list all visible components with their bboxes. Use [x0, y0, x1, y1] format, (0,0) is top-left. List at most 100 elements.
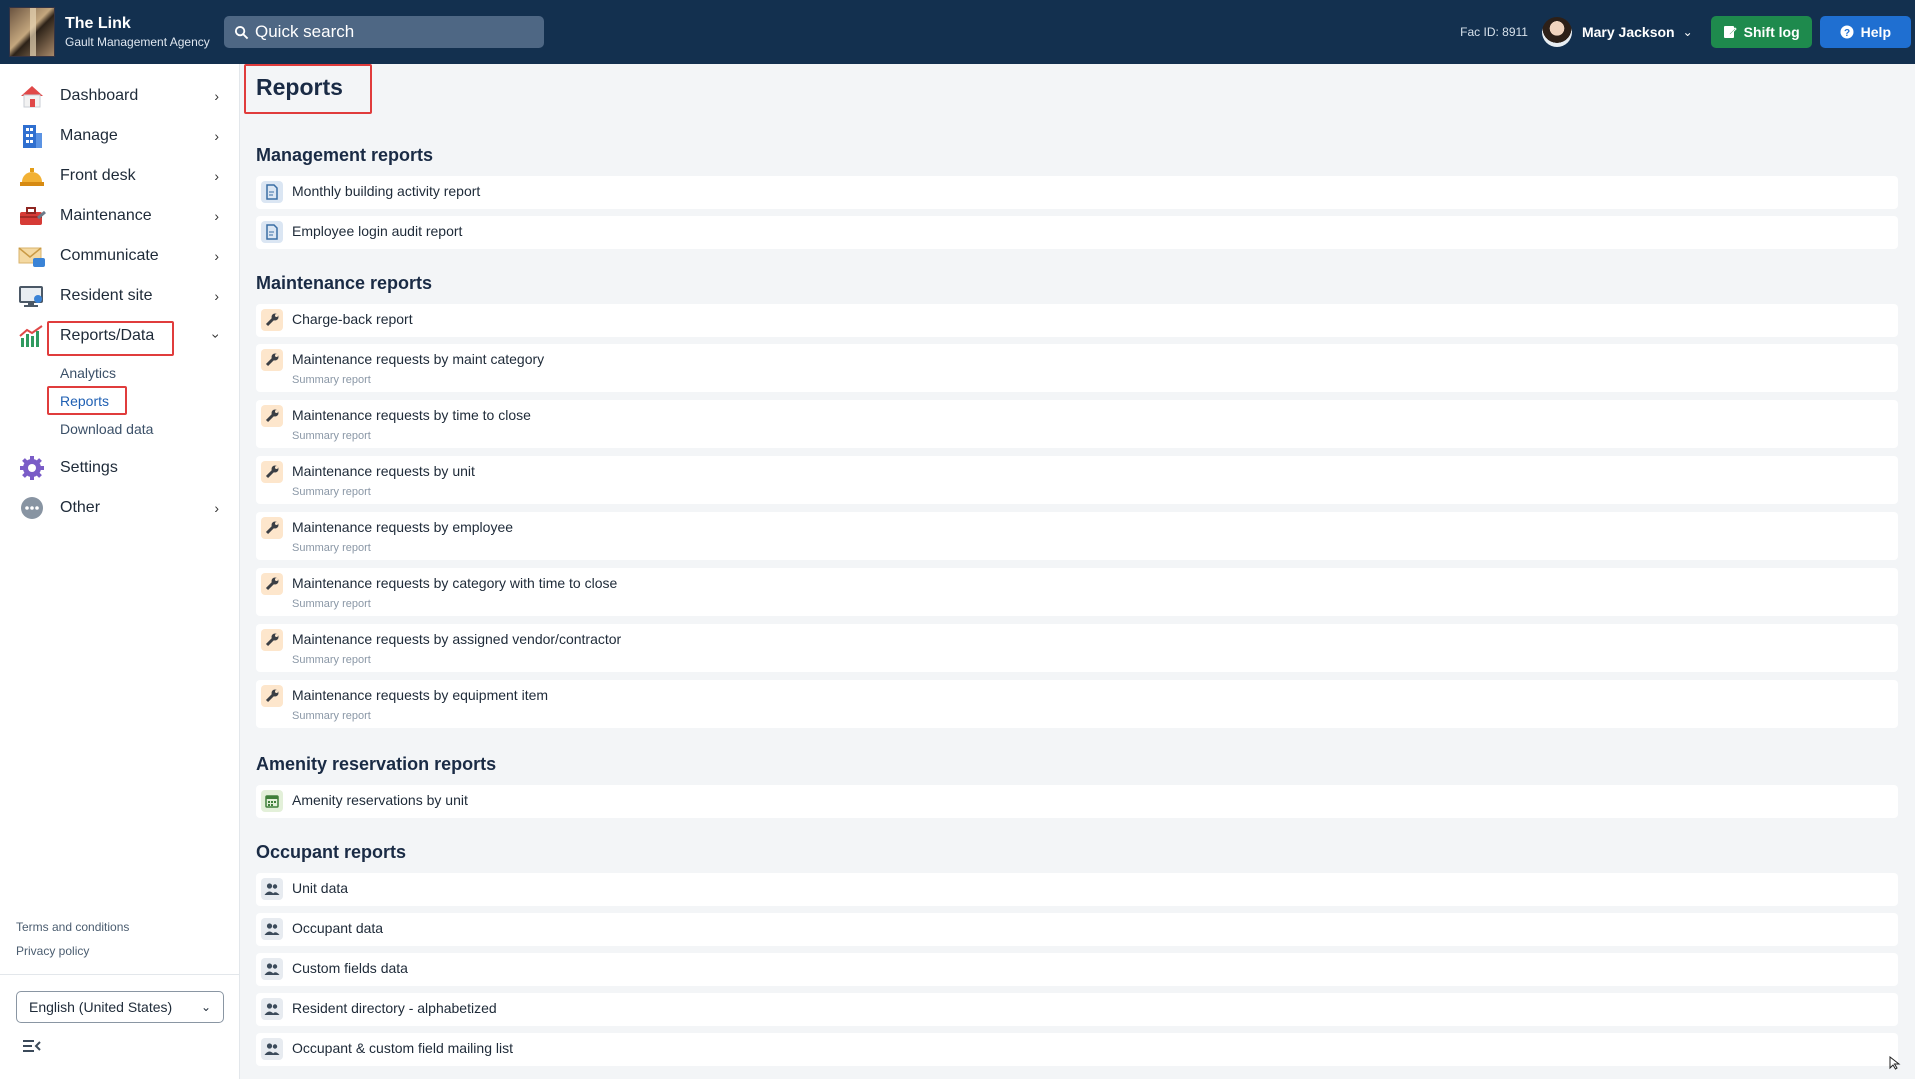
- sidebar-item-front-desk[interactable]: Front desk ›: [0, 156, 239, 196]
- report-row[interactable]: Charge-back report: [256, 304, 1898, 337]
- people-icon: [261, 918, 283, 940]
- report-row[interactable]: Maintenance requests by time to close Su…: [256, 400, 1898, 448]
- sidebar-item-label: Settings: [60, 459, 118, 476]
- sidebar-subitem-download-data[interactable]: Download data: [60, 421, 153, 437]
- brand-title: The Link: [65, 15, 131, 32]
- search-placeholder: Quick search: [255, 22, 355, 41]
- report-sublabel: Summary report: [292, 598, 371, 610]
- wrench-icon: [261, 461, 283, 483]
- envelope-icon: [18, 242, 46, 270]
- chevron-down-icon: ⌄: [200, 1000, 211, 1014]
- shift-log-button[interactable]: Shift log: [1710, 16, 1812, 48]
- search-input[interactable]: Quick search: [224, 16, 544, 48]
- svg-text:?: ?: [1844, 28, 1850, 39]
- collapse-sidebar-icon[interactable]: [22, 1038, 42, 1059]
- report-label: Maintenance requests by unit: [292, 463, 475, 479]
- report-row[interactable]: Maintenance requests by employee Summary…: [256, 512, 1898, 560]
- chevron-right-icon: ›: [214, 88, 219, 104]
- wrench-icon: [261, 517, 283, 539]
- toolbox-icon: [18, 202, 46, 230]
- sidebar-item-dashboard[interactable]: Dashboard ›: [0, 76, 239, 116]
- avatar[interactable]: [1541, 17, 1572, 47]
- sidebar-item-label: Dashboard: [60, 87, 139, 104]
- people-icon: [261, 1038, 283, 1060]
- report-row[interactable]: Custom fields data: [256, 953, 1898, 986]
- user-name[interactable]: Mary Jackson: [1582, 24, 1675, 40]
- sidebar-item-maintenance[interactable]: Maintenance ›: [0, 196, 239, 236]
- help-label: Help: [1860, 24, 1891, 40]
- shift-log-label: Shift log: [1743, 24, 1800, 40]
- chart-icon: [18, 322, 46, 350]
- sidebar-subitem-analytics[interactable]: Analytics: [60, 365, 116, 381]
- sidebar-item-other[interactable]: Other ›: [0, 488, 239, 528]
- document-icon: [261, 221, 283, 243]
- wrench-icon: [261, 405, 283, 427]
- help-icon: ?: [1840, 25, 1854, 39]
- calendar-icon: [261, 790, 283, 812]
- sidebar: Dashboard › Manage › Front desk › Mainte…: [0, 64, 240, 1079]
- sidebar-item-label: Communicate: [60, 247, 159, 264]
- help-button[interactable]: ? Help: [1819, 16, 1911, 48]
- chevron-down-icon[interactable]: ⌄: [1683, 25, 1693, 39]
- report-label: Occupant & custom field mailing list: [292, 1040, 513, 1056]
- sidebar-item-communicate[interactable]: Communicate ›: [0, 236, 239, 276]
- gear-icon: [18, 454, 46, 482]
- report-row[interactable]: Maintenance requests by category with ti…: [256, 568, 1898, 616]
- document-icon: [261, 181, 283, 203]
- chevron-right-icon: ›: [214, 208, 219, 224]
- report-label: Custom fields data: [292, 960, 408, 976]
- section-title: Maintenance reports: [256, 273, 433, 293]
- report-row[interactable]: Maintenance requests by equipment item S…: [256, 680, 1898, 728]
- more-icon: [18, 494, 46, 522]
- report-row[interactable]: Resident directory - alphabetized: [256, 993, 1898, 1026]
- language-value: English (United States): [29, 999, 173, 1015]
- wrench-icon: [261, 309, 283, 331]
- main-content: Reports Management reports Monthly build…: [240, 64, 1915, 1079]
- mouse-cursor-icon: [1889, 1055, 1901, 1075]
- people-icon: [261, 878, 283, 900]
- brand[interactable]: The Link Gault Management Agency: [0, 7, 224, 57]
- report-sublabel: Summary report: [292, 542, 371, 554]
- report-row[interactable]: Maintenance requests by maint category S…: [256, 344, 1898, 392]
- sidebar-item-label: Maintenance: [60, 207, 152, 224]
- sidebar-item-settings[interactable]: Settings: [0, 448, 239, 488]
- desk-bell-icon: [18, 162, 46, 190]
- section-title: Amenity reservation reports: [256, 754, 497, 774]
- report-row[interactable]: Maintenance requests by unit Summary rep…: [256, 456, 1898, 504]
- sidebar-item-label: Resident site: [60, 287, 153, 304]
- sidebar-item-label: Front desk: [60, 167, 136, 184]
- report-sublabel: Summary report: [292, 486, 371, 498]
- people-icon: [261, 958, 283, 980]
- chevron-right-icon: ›: [214, 168, 219, 184]
- report-label: Amenity reservations by unit: [292, 792, 468, 808]
- report-row[interactable]: Amenity reservations by unit: [256, 785, 1898, 818]
- report-row[interactable]: Occupant data: [256, 913, 1898, 946]
- report-row[interactable]: Occupant & custom field mailing list: [256, 1033, 1898, 1066]
- report-label: Maintenance requests by category with ti…: [292, 575, 618, 591]
- report-label: Charge-back report: [292, 311, 413, 327]
- sidebar-item-manage[interactable]: Manage ›: [0, 116, 239, 156]
- divider: [0, 974, 239, 975]
- terms-link[interactable]: Terms and conditions: [16, 920, 129, 934]
- report-row[interactable]: Employee login audit report: [256, 216, 1898, 249]
- report-label: Monthly building activity report: [292, 183, 481, 199]
- top-bar: The Link Gault Management Agency Quick s…: [0, 0, 1915, 64]
- facility-id: Fac ID: 8911: [1460, 25, 1528, 39]
- chevron-right-icon: ›: [214, 248, 219, 264]
- building-icon: [18, 122, 46, 150]
- wrench-icon: [261, 629, 283, 651]
- edit-note-icon: [1723, 26, 1737, 38]
- language-select[interactable]: English (United States) ⌄: [16, 991, 224, 1023]
- report-row[interactable]: Unit data: [256, 873, 1898, 906]
- report-row[interactable]: Maintenance requests by assigned vendor/…: [256, 624, 1898, 672]
- report-label: Maintenance requests by time to close: [292, 407, 531, 423]
- sidebar-item-resident-site[interactable]: Resident site ›: [0, 276, 239, 316]
- report-sublabel: Summary report: [292, 430, 371, 442]
- privacy-link[interactable]: Privacy policy: [16, 944, 89, 958]
- chevron-right-icon: ›: [214, 288, 219, 304]
- section-title: Occupant reports: [256, 842, 407, 862]
- report-sublabel: Summary report: [292, 710, 371, 722]
- report-label: Occupant data: [292, 920, 384, 936]
- report-row[interactable]: Monthly building activity report: [256, 176, 1898, 209]
- wrench-icon: [261, 573, 283, 595]
